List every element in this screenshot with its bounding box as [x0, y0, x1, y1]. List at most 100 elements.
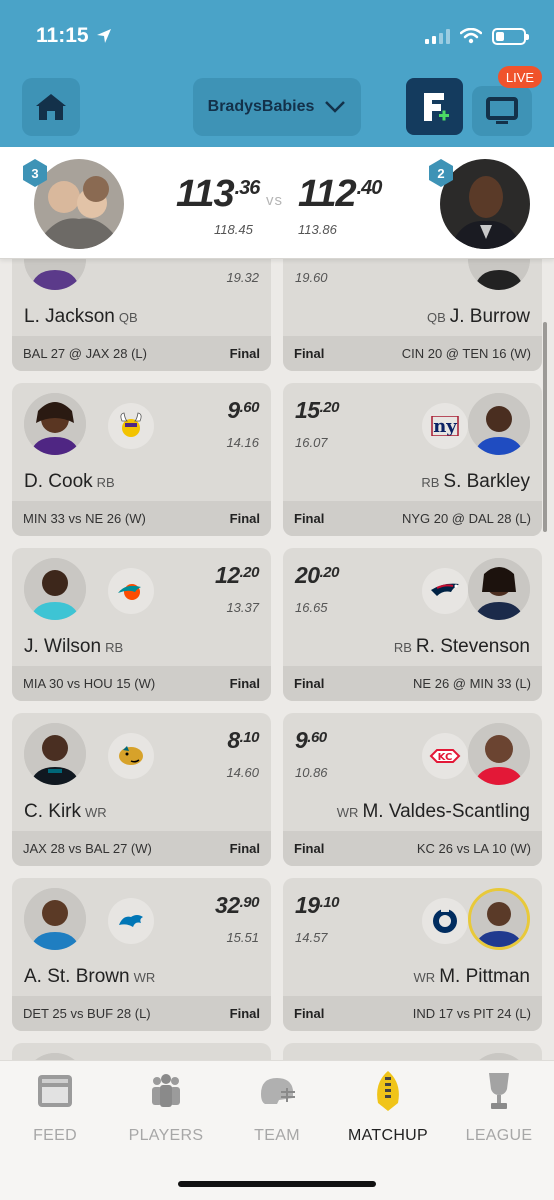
svg-text:ny: ny	[433, 416, 457, 436]
tab-league[interactable]: LEAGUE	[444, 1069, 554, 1149]
game-result: JAX 28 vs BAL 27 (W)	[23, 841, 152, 856]
player-avatar	[24, 558, 86, 620]
left-player-card[interactable]: 8.10 14.60 C. Kirk WR JAX 28 vs BAL 27 (W…	[12, 713, 271, 866]
colts-logo-icon	[422, 898, 468, 944]
live-badge: LIVE	[498, 66, 542, 88]
game-status: Final	[294, 1006, 325, 1021]
left-rank-badge: 3	[22, 159, 48, 187]
status-bar: 11:15	[36, 22, 529, 50]
game-result: CIN 20 @ TEN 16 (W)	[401, 346, 531, 361]
game-result: NYG 20 @ DAL 28 (L)	[401, 511, 531, 526]
game-result: IND 17 vs PIT 24 (L)	[412, 1006, 531, 1021]
game-status: Final	[229, 1006, 260, 1021]
player-name: RB R. Stevenson	[393, 636, 530, 657]
left-player-card[interactable]: 32.90 15.51 A. St. Brown WR DET 25 vs BUF…	[12, 878, 271, 1031]
football-icon	[377, 1071, 399, 1111]
player-points: 9.60	[227, 397, 259, 423]
fleaflicker-add-button[interactable]	[406, 78, 463, 135]
player-points: 12.20	[215, 562, 259, 588]
player-projected-points: 13.37	[226, 600, 259, 615]
bottom-tab-bar: FEED PLAYERS TEAM MATCHUP LEAGUE	[0, 1060, 554, 1200]
game-result: MIN 33 vs NE 26 (W)	[23, 511, 146, 526]
game-status: Final	[294, 676, 325, 691]
battery-icon	[492, 27, 529, 45]
giants-logo-icon: ny	[422, 403, 468, 449]
player-projected-points: 16.65	[295, 600, 328, 615]
game-status: Final	[229, 346, 260, 361]
wifi-icon	[460, 28, 482, 44]
tab-label: TEAM	[254, 1127, 300, 1144]
game-status: Final	[229, 841, 260, 856]
matchup-scorebar: 3 113.36 vs 112.40 118.45 113.86 2	[0, 147, 554, 259]
team-selector-dropdown[interactable]: BradysBabies	[193, 78, 361, 136]
trophy-icon	[489, 1073, 509, 1109]
player-points: 9.60	[295, 727, 327, 753]
left-team-score: 113.36	[176, 173, 260, 215]
tab-label: LEAGUE	[465, 1127, 533, 1144]
right-player-card[interactable]: ny 15.20 16.07 RB S. Barkley Final NYG 20 …	[283, 383, 542, 536]
scrollbar[interactable]	[543, 322, 547, 532]
right-player-card[interactable]: KC 9.60 10.86 WR M. Valdes-Scantling Fina…	[283, 713, 542, 866]
player-name: D. Cook RB	[24, 471, 115, 492]
tab-players[interactable]: PLAYERS	[111, 1069, 221, 1149]
tab-label: PLAYERS	[128, 1127, 204, 1144]
tab-label: MATCHUP	[347, 1127, 429, 1144]
home-button[interactable]	[22, 78, 80, 136]
tab-matchup[interactable]: MATCHUP	[333, 1069, 443, 1149]
left-projected-score: 118.45	[214, 222, 253, 237]
game-result: NE 26 @ MIN 33 (L)	[413, 676, 531, 691]
lions-logo-icon	[108, 898, 154, 944]
location-arrow-icon	[96, 29, 111, 43]
player-avatar	[468, 558, 530, 620]
player-projected-points: 16.07	[295, 435, 328, 450]
tv-icon	[486, 97, 518, 124]
vs-label: vs	[266, 192, 283, 209]
clock-text: 11:15	[36, 24, 89, 47]
player-projected-points: 14.60	[226, 765, 259, 780]
game-status: Final	[229, 511, 260, 526]
player-points: 8.10	[227, 727, 259, 753]
player-name: C. Kirk WR	[24, 801, 107, 822]
right-player-card[interactable]: 20.20 16.65 RB R. Stevenson Final NE 26 @ …	[283, 548, 542, 701]
player-projected-points: 15.51	[226, 930, 259, 945]
player-points: 15.20	[295, 397, 339, 423]
chiefs-logo-icon: KC	[422, 733, 468, 779]
player-projected-points: 19.60	[295, 270, 328, 285]
player-name: WR M. Pittman	[413, 966, 530, 987]
player-name: WR M. Valdes-Scantling	[336, 801, 530, 822]
vikings-logo-icon	[108, 403, 154, 449]
helmet-icon	[261, 1078, 295, 1104]
svg-text:KC: KC	[438, 752, 453, 763]
player-name: QB J. Burrow	[426, 306, 530, 327]
jaguars-logo-icon	[108, 733, 154, 779]
right-team-score: 112.40	[298, 173, 382, 215]
player-projected-points: 14.57	[295, 930, 328, 945]
home-indicator[interactable]	[178, 1181, 376, 1187]
game-status: Final	[294, 346, 325, 361]
tab-team[interactable]: TEAM	[222, 1069, 332, 1149]
player-points: 20.20	[295, 562, 339, 588]
game-status: Final	[294, 841, 325, 856]
players-icon	[152, 1074, 180, 1107]
left-player-card[interactable]: 12.20 13.37 J. Wilson RB MIA 30 vs HOU 15…	[12, 548, 271, 701]
team-name: BradysBabies	[207, 98, 315, 115]
left-player-card[interactable]: 9.60 14.16 D. Cook RB MIN 33 vs NE 26 (W)…	[12, 383, 271, 536]
patriots-logo-icon	[422, 568, 468, 614]
app-header: 11:15 BradysBabies LIVE	[0, 0, 554, 147]
tab-feed[interactable]: FEED	[0, 1069, 110, 1149]
game-result: KC 26 vs LA 10 (W)	[416, 841, 531, 856]
chevron-down-icon	[325, 101, 346, 113]
dolphins-logo-icon	[108, 568, 154, 614]
player-projected-points: 14.16	[226, 435, 259, 450]
player-avatar	[468, 393, 530, 455]
player-points: 32.90	[215, 892, 259, 918]
right-projected-score: 113.86	[298, 222, 337, 237]
player-avatar	[468, 888, 530, 950]
player-projected-points: 19.32	[226, 270, 259, 285]
game-result: MIA 30 vs HOU 15 (W)	[23, 676, 156, 691]
player-name: L. Jackson QB	[24, 306, 138, 327]
watch-live-button[interactable]	[472, 86, 532, 136]
right-player-card[interactable]: 19.10 14.57 WR M. Pittman Final IND 17 vs …	[283, 878, 542, 1031]
player-name: J. Wilson RB	[24, 636, 124, 657]
fleaflicker-logo-icon	[423, 92, 449, 121]
